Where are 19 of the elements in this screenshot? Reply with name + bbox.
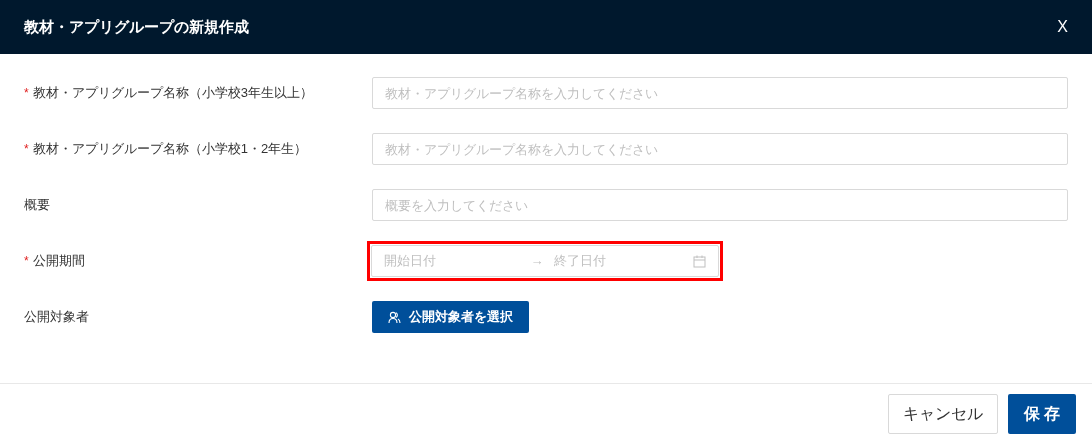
close-button[interactable]: X [1053,15,1072,39]
field-label: 概要 [24,196,50,215]
field-label: 公開対象者 [24,308,89,327]
field-label: 教材・アプリグループ名称（小学校1・2年生） [32,140,308,159]
required-asterisk: * [24,85,29,102]
calendar-icon [693,254,706,268]
save-button[interactable]: 保 存 [1008,394,1076,434]
cancel-button[interactable]: キャンセル [888,394,998,434]
text-input[interactable]: 概要を入力してください [372,189,1068,221]
field-label: 公開期間 [32,252,85,271]
field-label: 教材・アプリグループ名称（小学校3年生以上） [32,84,313,103]
range-separator: → [529,252,545,271]
required-asterisk: * [24,141,29,158]
required-asterisk: * [24,253,29,270]
dialog-title: 教材・アプリグループの新規作成 [24,16,249,37]
end-date-input[interactable]: 終了日付 [554,251,693,271]
select-audience-button[interactable]: 公開対象者を選択 [372,301,529,333]
start-date-input[interactable]: 開始日付 [384,251,520,271]
users-icon [388,310,401,324]
